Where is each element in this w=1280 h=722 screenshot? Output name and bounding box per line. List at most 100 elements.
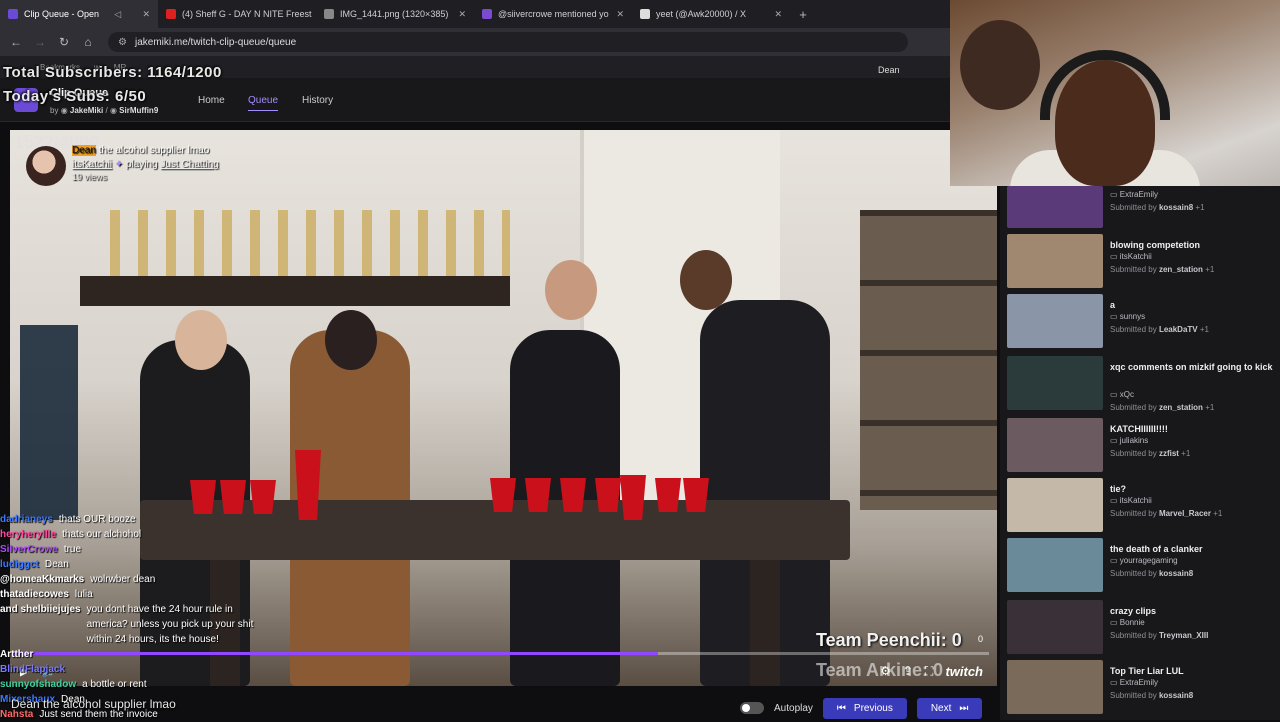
scene-trophies xyxy=(110,210,510,276)
tab-clip-queue[interactable]: Clip Queue - Open ◁ ✕ xyxy=(0,0,158,28)
mute-icon[interactable]: ◁ xyxy=(114,9,121,20)
close-tab-icon[interactable]: ✕ xyxy=(610,9,624,20)
queue-item-submitter: Submitted by zen_station +1 xyxy=(1110,403,1214,412)
app-header: Clip Queue by ◉ JakeMiki / ◉ SirMuffin9 … xyxy=(0,78,1000,122)
submitted-by-label: Submitted by xyxy=(1110,631,1157,640)
previous-button[interactable]: ⏮ Previous xyxy=(822,697,907,719)
stream-chat-overlay: dadrianeys thats OUR booze heryheryllle tha… xyxy=(0,512,270,720)
scene-monitor xyxy=(20,325,78,520)
chat-message: sunnyofshadow a bottle or rent xyxy=(0,677,270,692)
submitter-name: LeakDaTV xyxy=(1158,325,1198,334)
queue-thumbnail[interactable] xyxy=(1007,186,1103,228)
queue-item[interactable]: blowing competetion ▭ itsKatchii Submitted… xyxy=(1000,234,1280,294)
next-button[interactable]: Next ⏭ xyxy=(916,697,983,719)
submitted-by-label: Submitted by xyxy=(1110,691,1157,700)
submitter-name: kossain8 xyxy=(1158,203,1194,212)
home-icon[interactable]: ⌂ xyxy=(76,35,100,49)
nav-queue[interactable]: Queue xyxy=(248,95,279,111)
submitted-by-label: Submitted by xyxy=(1110,509,1157,518)
by-label: by xyxy=(50,106,59,115)
chat-username[interactable]: ludiggct xyxy=(0,557,39,572)
submitter-name: kossain8 xyxy=(1158,569,1194,578)
queue-item[interactable]: crazy clips ▭ Bonnie Submitted by Treyman_… xyxy=(1000,600,1280,660)
queue-item-channel: ▭ itsKatchii xyxy=(1110,252,1152,261)
chat-username[interactable]: thatadiecowes xyxy=(0,587,69,602)
queue-thumbnail[interactable] xyxy=(1007,356,1103,410)
playing-label: playing xyxy=(125,159,158,170)
fullscreen-icon[interactable]: ⛶ xyxy=(925,664,933,679)
submitter-name: zen_station xyxy=(1158,265,1203,274)
chat-username[interactable]: dadrianeys xyxy=(0,512,53,527)
queue-thumbnail[interactable] xyxy=(1007,538,1103,592)
tab-favicon xyxy=(324,9,334,19)
close-tab-icon[interactable]: ✕ xyxy=(768,9,782,20)
chat-username[interactable]: BlindFlapjack xyxy=(0,662,65,677)
queue-thumbnail[interactable] xyxy=(1007,234,1103,288)
queue-thumbnail[interactable] xyxy=(1007,660,1103,714)
clip-channel-link[interactable]: itsKatchii xyxy=(72,159,112,170)
author-link-jakemiki[interactable]: JakeMiki xyxy=(70,106,103,115)
site-info-icon[interactable]: ⚙ xyxy=(118,37,127,48)
tab-youtube[interactable]: (4) Sheff G - DAY N NITE Freest ✕ xyxy=(158,0,316,28)
clip-title: Dean the alcohol supplier lmao xyxy=(72,145,209,156)
close-tab-icon[interactable]: ✕ xyxy=(136,9,150,20)
tab-image[interactable]: IMG_1441.png (1320×385) ✕ xyxy=(316,0,474,28)
channel-name: xQc xyxy=(1119,390,1135,399)
queue-item[interactable]: a ▭ sunnys Submitted by LeakDaTV +1 xyxy=(1000,294,1280,354)
chat-username[interactable]: Artther xyxy=(0,647,33,662)
scene-cup xyxy=(560,478,586,512)
queue-item-channel: ▭ xQc xyxy=(1110,390,1134,399)
chat-text: lulia xyxy=(74,589,93,600)
share-icon[interactable]: ⇪ xyxy=(903,664,913,678)
nav-home[interactable]: Home xyxy=(198,95,225,106)
clip-game-link[interactable]: Just Chatting xyxy=(160,159,218,170)
submitter-name: zen_station xyxy=(1158,403,1203,412)
queue-item[interactable]: the death of a clanker ▭ yourragegaming Su… xyxy=(1000,538,1280,598)
scene-cup xyxy=(525,478,551,512)
verified-icon: ✦ xyxy=(114,159,124,170)
address-bar-row: ← → ↻ ⌂ ⚙ jakemiki.me/twitch-clip-queue/… xyxy=(0,28,950,56)
queue-item-channel: ▭ yourragegaming xyxy=(1110,556,1178,565)
queue-item[interactable]: tie? ▭ itsKatchii Submitted by Marvel_Race… xyxy=(1000,478,1280,538)
url-input[interactable]: ⚙ jakemiki.me/twitch-clip-queue/queue xyxy=(108,32,908,52)
close-tab-icon[interactable]: ✕ xyxy=(452,9,466,20)
queue-item[interactable]: KATCHIIIIII!!!! ▭ juliakins Submitted by z… xyxy=(1000,418,1280,478)
chat-username[interactable]: @homeaKkmarks xyxy=(0,572,84,587)
autoplay-toggle[interactable] xyxy=(740,702,764,714)
queue-thumbnail[interactable] xyxy=(1007,418,1103,472)
channel-icon: ▭ xyxy=(1110,556,1120,565)
twitch-logo[interactable]: twitch xyxy=(945,664,983,679)
queue-thumbnail[interactable] xyxy=(1007,478,1103,532)
channel-name: juliakins xyxy=(1119,436,1149,445)
tab-x[interactable]: yeet (@Awk20000) / X ✕ xyxy=(632,0,790,28)
nav-history[interactable]: History xyxy=(302,95,333,106)
channel-avatar[interactable] xyxy=(26,146,66,186)
scene-cup xyxy=(190,480,216,514)
scene-cup xyxy=(490,478,516,512)
reload-icon[interactable]: ↻ xyxy=(52,35,76,49)
scene-person-head xyxy=(545,260,597,320)
chat-username[interactable]: heryheryllle xyxy=(0,527,56,542)
new-tab-button[interactable]: + xyxy=(790,7,816,22)
queue-thumbnail[interactable] xyxy=(1007,294,1103,348)
forward-icon[interactable]: → xyxy=(28,35,52,49)
back-icon[interactable]: ← xyxy=(4,35,28,49)
chat-username[interactable]: SiIverCrowe xyxy=(0,542,58,557)
chat-username[interactable]: and shelbiiejujes xyxy=(0,602,81,617)
scene-cup xyxy=(655,478,681,512)
queue-controls: Autoplay ⏮ Previous Next ⏭ xyxy=(740,696,983,720)
queue-item[interactable]: Top Tier Liar LUL ▭ ExtraEmily Submitted b… xyxy=(1000,660,1280,720)
queue-item[interactable]: xqc comments on mizkif going to kick ▭ xQ… xyxy=(1000,356,1280,416)
channel-icon: ▭ xyxy=(1110,678,1120,687)
channel-icon: ▭ xyxy=(1110,436,1120,445)
channel-name: Bonnie xyxy=(1119,618,1145,627)
settings-icon[interactable]: ⚙ xyxy=(880,664,891,678)
queue-item-channel: ▭ ExtraEmily xyxy=(1110,190,1158,199)
tab-mention[interactable]: @siivercrowe mentioned yo ✕ xyxy=(474,0,632,28)
chat-username[interactable]: sunnyofshadow xyxy=(0,677,76,692)
total-subscribers: Total Subscribers: 1164/1200 xyxy=(3,64,222,81)
queue-thumbnail[interactable] xyxy=(1007,600,1103,654)
previous-icon: ⏮ xyxy=(836,702,846,714)
queue-item-title: tie? xyxy=(1110,484,1127,494)
author-link-sirmuffin[interactable]: SirMuffin9 xyxy=(119,106,158,115)
